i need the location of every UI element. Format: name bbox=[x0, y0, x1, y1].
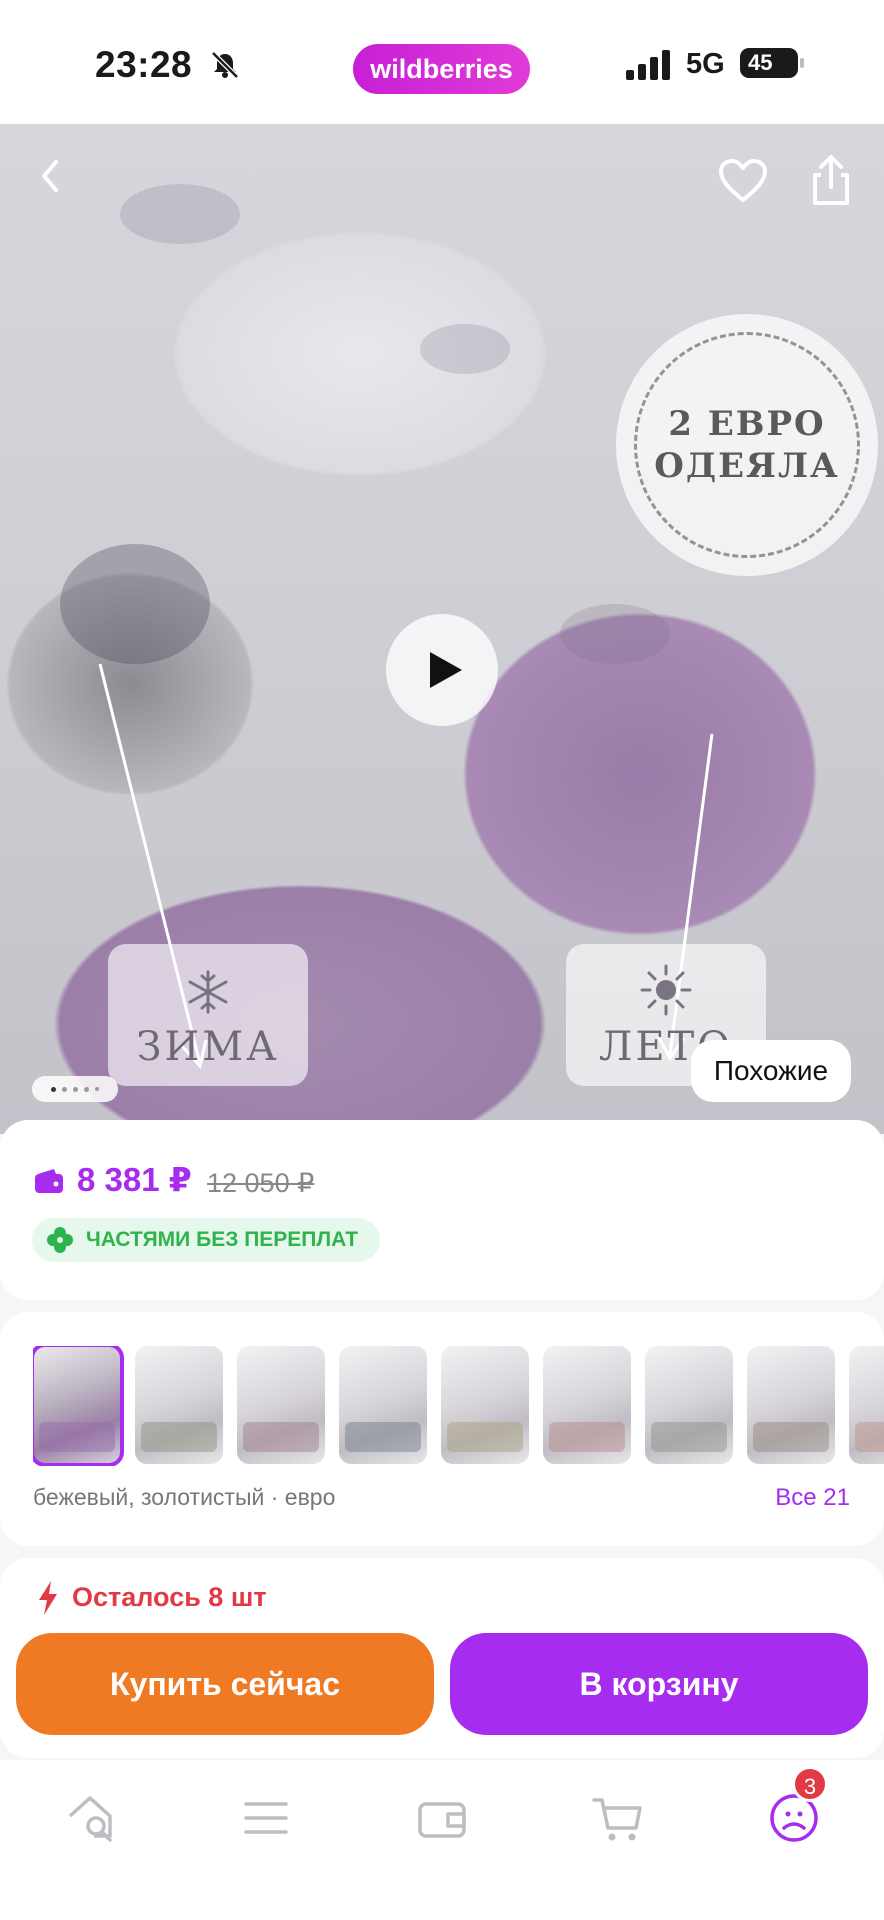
variant-caption: бежевый, золотистый · евро bbox=[33, 1484, 336, 1510]
favorite-button[interactable] bbox=[716, 156, 770, 206]
signal-icon bbox=[626, 50, 670, 80]
bell-muted-icon bbox=[211, 51, 239, 79]
variant-thumbnails[interactable] bbox=[33, 1346, 884, 1466]
brand-pill: wildberries bbox=[353, 44, 530, 94]
status-bar: 23:28 wildberries 5G 45 bbox=[0, 0, 884, 124]
carousel-dots[interactable] bbox=[32, 1076, 118, 1102]
fabric-print bbox=[560, 604, 670, 664]
clock: 23:28 bbox=[95, 44, 193, 85]
catalog-icon[interactable] bbox=[238, 1790, 294, 1846]
battery-icon: 45 bbox=[740, 48, 804, 78]
profile-notification-badge: 3 bbox=[792, 1766, 828, 1802]
add-to-cart-button[interactable]: В корзину bbox=[450, 1633, 868, 1735]
promo-badge: 2 ЕВРО ОДЕЯЛА bbox=[616, 314, 878, 576]
play-video-button[interactable] bbox=[386, 614, 498, 726]
bottom-tab-bar bbox=[0, 1760, 884, 1920]
carousel-dot[interactable] bbox=[51, 1086, 56, 1092]
wallet-icon[interactable] bbox=[414, 1790, 470, 1846]
carousel-dot[interactable] bbox=[95, 1087, 99, 1091]
winter-label-text: ЗИМА bbox=[136, 1024, 280, 1070]
installment-badge[interactable]: ЧАСТЯМИ БЕЗ ПЕРЕПЛАТ bbox=[32, 1218, 381, 1262]
variant-thumb[interactable] bbox=[441, 1346, 529, 1464]
current-price: 8 381 ₽ bbox=[77, 1161, 192, 1198]
back-icon bbox=[42, 160, 58, 192]
heart-icon bbox=[719, 159, 767, 202]
carousel-dot[interactable] bbox=[73, 1086, 78, 1092]
play-icon bbox=[430, 652, 462, 688]
buy-now-button[interactable]: Купить сейчас bbox=[16, 1633, 434, 1735]
variant-thumb[interactable] bbox=[237, 1346, 325, 1464]
price-card: 8 381 ₽ 12 050 ₽ ЧАСТЯМИ БЕЗ ПЕРЕПЛАТ bbox=[0, 1120, 884, 1300]
cart-icon[interactable] bbox=[590, 1790, 646, 1846]
home-search-icon[interactable] bbox=[64, 1790, 120, 1846]
clover-icon bbox=[47, 1227, 73, 1253]
share-button[interactable] bbox=[806, 152, 856, 208]
variant-thumb[interactable] bbox=[33, 1346, 124, 1466]
lightning-icon bbox=[39, 1581, 57, 1615]
installment-label: ЧАСТЯМИ БЕЗ ПЕРЕПЛАТ bbox=[86, 1228, 359, 1251]
variant-thumb[interactable] bbox=[849, 1346, 884, 1464]
fabric-print bbox=[120, 184, 240, 244]
carousel-dot[interactable] bbox=[84, 1086, 89, 1092]
variant-thumb[interactable] bbox=[747, 1346, 835, 1464]
all-variants-link[interactable]: Все 21 bbox=[775, 1484, 850, 1512]
snowflake-icon bbox=[188, 970, 228, 1014]
variant-thumb[interactable] bbox=[645, 1346, 733, 1464]
badge-ring bbox=[634, 332, 860, 558]
sun-icon bbox=[640, 964, 692, 1016]
fabric-print bbox=[60, 544, 210, 664]
product-image-carousel[interactable]: 2 ЕВРО ОДЕЯЛА ЗИМА ЛЕТО bbox=[0, 124, 884, 1134]
network-type: 5G bbox=[686, 48, 725, 80]
variants-card: бежевый, золотистый · евро Все 21 bbox=[0, 1312, 884, 1546]
old-price: 12 050 ₽ bbox=[207, 1168, 315, 1198]
back-button[interactable] bbox=[30, 156, 70, 196]
wallet-icon bbox=[35, 1169, 63, 1193]
variant-thumb[interactable] bbox=[135, 1346, 223, 1464]
similar-button[interactable]: Похожие bbox=[691, 1040, 851, 1102]
fabric-print bbox=[420, 324, 510, 374]
carousel-dot[interactable] bbox=[62, 1086, 67, 1092]
share-icon bbox=[813, 155, 849, 205]
variant-thumb[interactable] bbox=[339, 1346, 427, 1464]
variant-thumb[interactable] bbox=[543, 1346, 631, 1464]
stock-remaining: Осталось 8 шт bbox=[72, 1582, 267, 1612]
winter-label: ЗИМА bbox=[108, 944, 308, 1086]
